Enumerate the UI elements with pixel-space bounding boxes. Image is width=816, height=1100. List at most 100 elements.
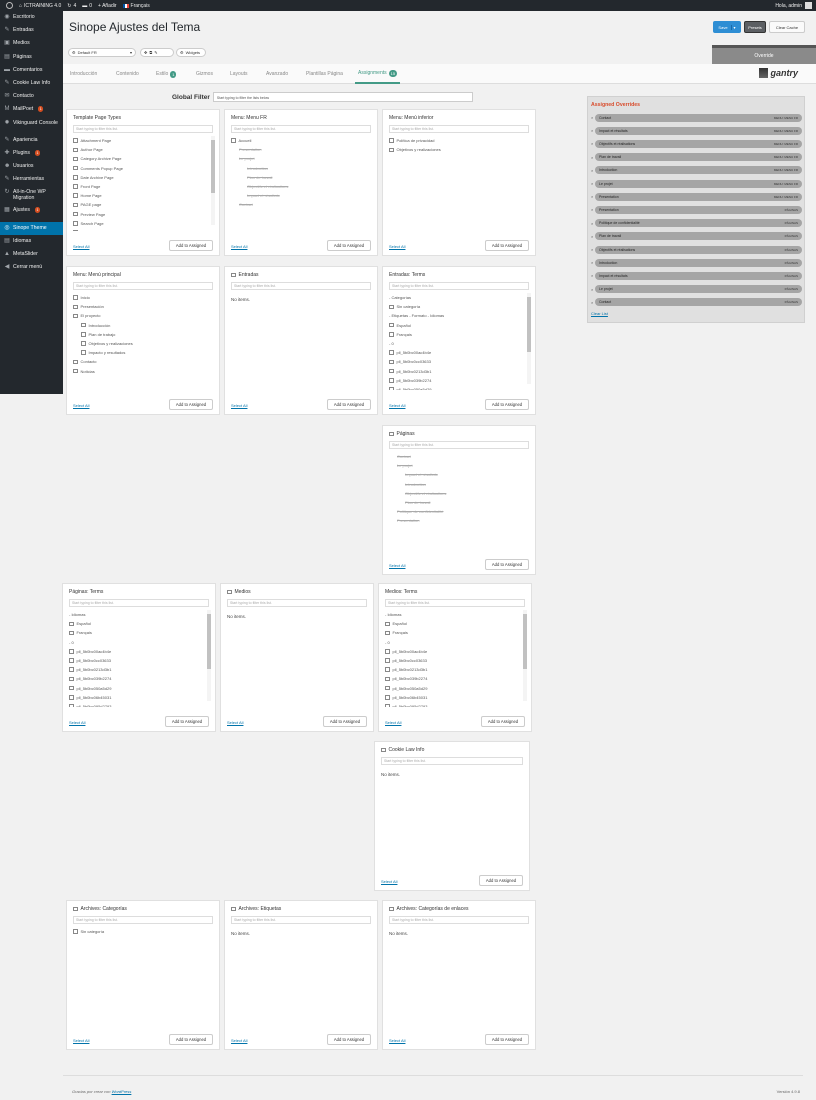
sidebar-item[interactable]: ✎ Entradas <box>0 24 63 37</box>
list-item[interactable]: Presentación <box>73 302 209 311</box>
item-checkbox[interactable] <box>389 322 394 328</box>
list-item[interactable]: pll_5b0bc06b45031 <box>69 693 205 702</box>
list-item[interactable]: Noticias <box>73 367 209 376</box>
item-checkbox[interactable] <box>73 184 78 189</box>
scrollbar[interactable] <box>207 610 211 701</box>
list-item[interactable]: Home Page <box>73 191 209 200</box>
filter-input[interactable]: Start typing to filter this list. <box>73 282 213 290</box>
select-all-link[interactable]: Select All <box>227 720 243 725</box>
assigned-pill[interactable]: Introduction PÁGINAS <box>595 258 802 267</box>
filter-input[interactable]: Start typing to filter this list. <box>385 599 525 607</box>
list-item[interactable]: pll_5b0bc06b45031 <box>385 693 521 702</box>
item-checkbox[interactable] <box>73 202 78 208</box>
list-item[interactable]: Impacto y resultados <box>73 348 209 357</box>
language-switcher[interactable]: Français <box>122 3 150 9</box>
list-item[interactable]: Contacto <box>73 357 209 366</box>
select-all-link[interactable]: Select All <box>69 720 85 725</box>
select-all-link[interactable]: Select All <box>231 1038 247 1043</box>
sidebar-item[interactable]: ▬ Comentarios <box>0 64 63 77</box>
list-item[interactable]: Date Archive Page <box>73 173 209 182</box>
edit-icon[interactable]: ✎ <box>154 50 157 55</box>
add-to-assigned-button[interactable]: Add to Assigned <box>327 240 371 251</box>
select-all-link[interactable]: Select All <box>389 403 405 408</box>
widgets-button[interactable]: ⚙ Widgets <box>176 48 206 57</box>
item-checkbox[interactable] <box>73 929 78 934</box>
item-checkbox[interactable] <box>389 138 394 143</box>
add-to-assigned-button[interactable]: Add to Assigned <box>169 399 213 410</box>
select-group-checkbox[interactable] <box>227 589 232 595</box>
clear-list-link[interactable]: Clear List <box>591 311 608 316</box>
add-to-assigned-button[interactable]: Add to Assigned <box>165 716 209 727</box>
filter-input[interactable]: Start typing to filter this list. <box>231 916 371 924</box>
add-to-assigned-button[interactable]: Add to Assigned <box>323 716 367 727</box>
item-checkbox[interactable] <box>69 658 74 663</box>
select-all-link[interactable]: Select All <box>389 563 405 568</box>
add-to-assigned-button[interactable]: Add to Assigned <box>485 1034 529 1045</box>
item-checkbox[interactable] <box>385 667 390 672</box>
scrollbar[interactable] <box>527 293 531 384</box>
item-checkbox[interactable] <box>73 193 78 198</box>
item-checkbox[interactable] <box>73 147 78 153</box>
item-checkbox[interactable] <box>389 147 394 153</box>
item-checkbox[interactable] <box>73 304 78 310</box>
list-item[interactable]: pll_5b0bc039b2274 <box>69 674 205 683</box>
select-all-link[interactable]: Select All <box>231 403 247 408</box>
add-to-assigned-button[interactable]: Add to Assigned <box>485 240 529 251</box>
item-checkbox[interactable] <box>69 630 74 636</box>
assigned-pill[interactable]: Contact PÁGINAS <box>595 298 802 307</box>
list-item[interactable]: pll_5b0bc0213d3b1 <box>385 665 521 674</box>
select-group-checkbox[interactable] <box>231 272 236 278</box>
item-checkbox[interactable] <box>389 332 394 337</box>
filter-input[interactable]: Start typing to filter this list. <box>69 599 209 607</box>
global-filter-input[interactable]: Start typing to filter the lists below <box>212 92 473 102</box>
list-item[interactable]: Accueil <box>231 136 367 145</box>
list-item[interactable]: pll_5b0bc0cc03633 <box>385 656 521 665</box>
add-to-assigned-button[interactable]: Add to Assigned <box>479 875 523 886</box>
list-item[interactable]: Inicio <box>73 293 209 302</box>
list-item[interactable]: pll_5b0bc0cc03633 <box>389 357 525 366</box>
list-item[interactable]: pll_5b0bc00ac4b4e <box>69 647 205 656</box>
tab[interactable]: Avanzado <box>263 64 291 84</box>
settings-icon[interactable]: ✥ <box>144 50 147 55</box>
list-item[interactable]: pll_5b0bc00ac4b4e <box>389 348 525 357</box>
sidebar-item[interactable]: ◉ Escritorio <box>0 11 63 24</box>
list-item[interactable]: Français <box>389 330 525 339</box>
filter-input[interactable]: Start typing to filter this list. <box>389 916 529 924</box>
select-all-link[interactable]: Select All <box>381 879 397 884</box>
sidebar-item[interactable]: ✚ Plugins 1 <box>0 147 63 160</box>
item-checkbox[interactable] <box>389 378 394 383</box>
item-checkbox[interactable] <box>69 704 74 707</box>
scrollbar-thumb[interactable] <box>527 297 531 352</box>
list-item[interactable]: pll_5b0bc050a5d29 <box>385 684 521 693</box>
select-all-link[interactable]: Select All <box>385 720 401 725</box>
list-item[interactable]: pll_5b0bc050a5d29 <box>389 385 525 390</box>
item-checkbox[interactable] <box>81 350 86 355</box>
item-checkbox[interactable] <box>69 621 74 627</box>
wordpress-link[interactable]: WordPress <box>112 1089 132 1094</box>
item-checkbox[interactable] <box>69 667 74 672</box>
item-checkbox[interactable] <box>73 221 78 226</box>
item-checkbox[interactable] <box>73 175 78 180</box>
list-item[interactable]: Single Post Page <box>73 228 209 231</box>
list-item[interactable]: Introducción <box>73 321 209 330</box>
select-group-checkbox[interactable] <box>389 431 394 437</box>
user-menu[interactable]: Hola, admin <box>775 0 812 11</box>
add-to-assigned-button[interactable]: Add to Assigned <box>481 716 525 727</box>
list-item[interactable]: pll_5b0bc039b2274 <box>389 376 525 385</box>
select-group-checkbox[interactable] <box>381 747 386 753</box>
list-item[interactable]: PAGE page <box>73 200 209 209</box>
sidebar-item[interactable]: ◀ Cerrar menú <box>0 261 63 274</box>
item-checkbox[interactable] <box>385 630 390 636</box>
item-checkbox[interactable] <box>231 138 236 143</box>
tab[interactable]: Gizmos <box>193 64 216 84</box>
item-checkbox[interactable] <box>389 350 394 355</box>
add-to-assigned-button[interactable]: Add to Assigned <box>169 1034 213 1045</box>
add-to-assigned-button[interactable]: Add to Assigned <box>327 399 371 410</box>
sidebar-item[interactable]: ✎ Herramientas <box>0 173 63 186</box>
wordpress-logo-icon[interactable] <box>6 2 13 9</box>
item-checkbox[interactable] <box>73 359 78 365</box>
item-checkbox[interactable] <box>385 695 390 700</box>
updates-link[interactable]: ↻ 4 <box>67 3 76 9</box>
assigned-pill[interactable]: Presentation MENU: MENU FR <box>595 192 802 201</box>
filter-input[interactable]: Start typing to filter this list. <box>389 441 529 449</box>
